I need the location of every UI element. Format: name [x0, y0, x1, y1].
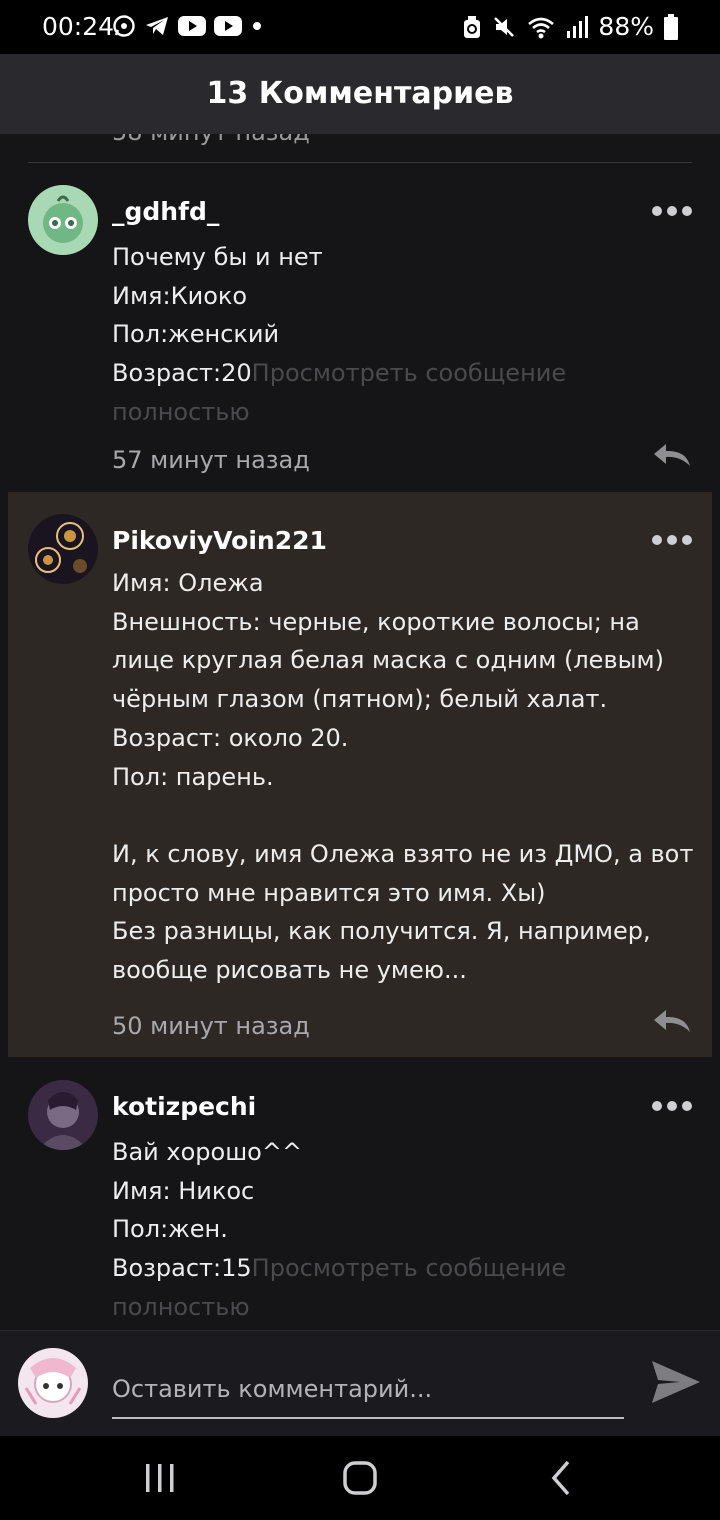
avatar[interactable] [28, 514, 98, 584]
more-options-icon[interactable] [652, 204, 692, 218]
comment-username[interactable]: kotizpechi [112, 1092, 256, 1121]
comment-text: Имя: Олежа Внешность: черные, короткие в… [112, 569, 694, 985]
mute-icon [494, 16, 515, 37]
comment-item-highlighted: PikoviyVoin221 Имя: Олежа Внешность: чер… [8, 492, 712, 1057]
status-time: 00:24 [42, 12, 115, 41]
back-icon[interactable] [542, 1458, 582, 1498]
youtube-icon [178, 16, 206, 36]
status-bar: 00:24 88% [0, 0, 720, 54]
avatar[interactable] [28, 1080, 98, 1150]
recent-apps-icon[interactable] [140, 1458, 180, 1498]
more-options-icon[interactable] [652, 533, 692, 547]
send-icon[interactable] [650, 1359, 702, 1405]
comment-input-bar [0, 1330, 720, 1437]
comment-time: 57 минут назад [112, 446, 310, 474]
page-title: 13 Комментариев [206, 76, 514, 111]
wifi-icon [528, 17, 555, 38]
comment-time: 58 минут назад [112, 134, 310, 146]
dot-icon [253, 22, 261, 30]
telegram-icon [146, 17, 168, 35]
comment-item: _gdhfd_ Почему бы и нет Имя:Киоко Пол:же… [0, 163, 720, 491]
battery-icon [664, 13, 678, 40]
recycle-icon [464, 15, 481, 38]
notification-icons [112, 14, 264, 38]
comment-time: 50 минут назад [112, 1012, 310, 1040]
signal-icon [567, 15, 589, 38]
comment-input[interactable] [112, 1361, 624, 1419]
avatar[interactable] [28, 185, 98, 255]
system-icons: 88% [462, 12, 678, 41]
youtube-icon [214, 16, 242, 36]
reply-icon[interactable] [652, 442, 692, 468]
comment-username[interactable]: PikoviyVoin221 [112, 526, 327, 555]
comment-text: Вай хорошо^^ Имя: Никос Пол:жен. Возраст… [112, 1138, 567, 1321]
home-icon[interactable] [340, 1458, 380, 1498]
whatsapp-icon [113, 15, 135, 37]
user-avatar[interactable] [18, 1348, 88, 1418]
navigation-bar [0, 1436, 720, 1520]
battery-percent: 88% [598, 12, 654, 41]
comment-item: kotizpechi Вай хорошо^^ Имя: Никос Пол:ж… [0, 1058, 720, 1330]
comment-username[interactable]: _gdhfd_ [112, 197, 219, 226]
comments-header: 13 Комментариев [0, 54, 720, 134]
comment-text: Почему бы и нет Имя:Киоко Пол:женский Во… [112, 243, 567, 426]
comment-list[interactable]: 58 минут назад _gdhfd_ Почему бы и нет И… [0, 134, 720, 1330]
reply-icon[interactable] [652, 1008, 692, 1034]
more-options-icon[interactable] [652, 1099, 692, 1113]
